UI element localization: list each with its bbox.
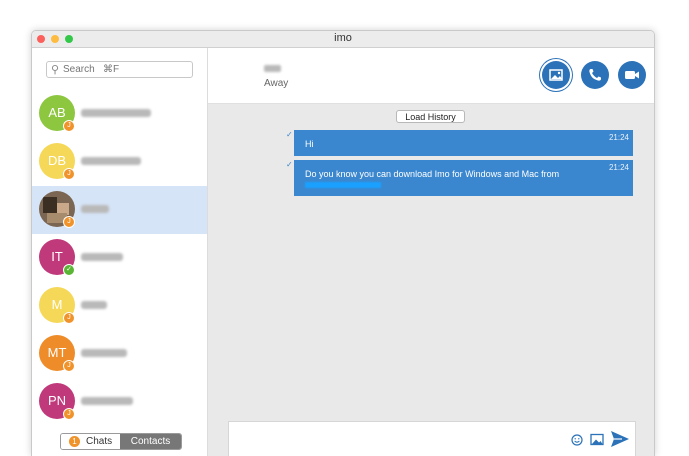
- window-title: imo: [334, 32, 352, 44]
- contact-item-selected[interactable]: J: [32, 186, 207, 234]
- video-call-button[interactable]: [618, 61, 646, 89]
- contact-name-redacted: [81, 301, 107, 309]
- send-photo-button[interactable]: [542, 61, 570, 89]
- message-input[interactable]: [235, 428, 559, 452]
- away-status-badge: J: [63, 408, 75, 420]
- contact-name-redacted: [81, 157, 141, 165]
- app-window: imo ⚲ AB J DB J J IT ✓: [31, 30, 655, 456]
- contact-item[interactable]: DB J: [32, 138, 207, 186]
- message-link-redacted[interactable]: [305, 182, 381, 188]
- search-input[interactable]: [63, 62, 183, 77]
- away-status-badge: J: [63, 168, 75, 180]
- message-bubble[interactable]: Hi 21:24: [294, 130, 633, 156]
- contact-name-redacted: [81, 397, 133, 405]
- delivered-check-icon: ✓: [286, 160, 293, 169]
- load-history-button[interactable]: Load History: [396, 110, 465, 123]
- contact-item[interactable]: PN J: [32, 378, 207, 426]
- away-status-badge: J: [63, 216, 75, 228]
- tab-contacts[interactable]: Contacts: [120, 434, 181, 449]
- tab-chats-label: Chats: [86, 436, 113, 447]
- video-camera-icon: [625, 71, 639, 79]
- sidebar: ⚲ AB J DB J J IT ✓ M J: [32, 48, 208, 456]
- search-box[interactable]: ⚲: [46, 61, 193, 78]
- image-icon: [549, 69, 563, 81]
- tab-chats[interactable]: 1 Chats: [61, 434, 120, 449]
- message-bubble[interactable]: Do you know you can download Imo for Win…: [294, 160, 633, 196]
- delivered-check-icon: ✓: [286, 130, 293, 139]
- chats-contacts-switcher: 1 Chats Contacts: [60, 433, 182, 450]
- contact-item[interactable]: M J: [32, 282, 207, 330]
- message-text: Do you know you can download Imo for Win…: [305, 169, 560, 179]
- title-bar: imo: [32, 31, 654, 48]
- message-time: 21:24: [608, 133, 629, 142]
- away-status-badge: J: [63, 312, 75, 324]
- contact-name-redacted: [81, 109, 151, 117]
- peer-name-redacted: [264, 65, 281, 72]
- chat-panel: Away Load History ✓ Hi 21:24 ✓ Do you kn…: [208, 48, 654, 456]
- contact-item[interactable]: MT J: [32, 330, 207, 378]
- away-status-badge: J: [63, 360, 75, 372]
- phone-icon: [589, 69, 601, 81]
- contact-name-redacted: [81, 349, 127, 357]
- unread-count-badge: 1: [69, 436, 80, 447]
- contact-item[interactable]: AB J: [32, 90, 207, 138]
- contact-name-redacted: [81, 253, 123, 261]
- image-icon[interactable]: [590, 433, 604, 446]
- message-text: Hi: [305, 139, 314, 149]
- contact-name-redacted: [81, 205, 109, 213]
- contact-item[interactable]: IT ✓: [32, 234, 207, 282]
- away-status-badge: J: [63, 120, 75, 132]
- peer-status: Away: [264, 78, 289, 89]
- send-icon[interactable]: [610, 430, 630, 448]
- search-icon: ⚲: [51, 64, 60, 76]
- message-composer: [228, 421, 636, 456]
- smiley-icon[interactable]: [571, 434, 583, 446]
- chat-header: Away: [208, 48, 654, 104]
- voice-call-button[interactable]: [581, 61, 609, 89]
- message-time: 21:24: [608, 163, 629, 172]
- online-status-badge: ✓: [63, 264, 75, 276]
